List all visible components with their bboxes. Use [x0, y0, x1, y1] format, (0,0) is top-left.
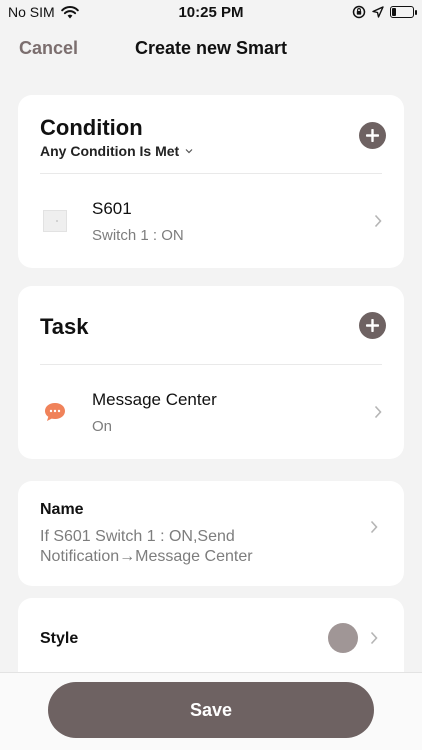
condition-mode-dropdown[interactable]: Any Condition Is Met: [40, 143, 382, 159]
name-value: If S601 Switch 1 : ON,Send Notification→…: [40, 528, 253, 565]
name-label: Name: [40, 501, 84, 518]
chevron-right-icon: [370, 631, 378, 645]
condition-card: Condition Any Condition Is Met S601 Swit…: [18, 95, 404, 268]
orientation-lock-icon: [352, 5, 366, 19]
device-switch-icon: [42, 208, 68, 234]
task-item[interactable]: Message Center On: [18, 365, 404, 459]
plus-icon: [366, 319, 379, 332]
chevron-down-icon: [185, 149, 193, 154]
style-color-swatch: [328, 623, 358, 653]
name-card[interactable]: Name If S601 Switch 1 : ON,Send Notifica…: [18, 481, 404, 586]
page-title: Create new Smart: [134, 38, 288, 58]
task-item-title: Message Center: [92, 389, 217, 409]
task-item-subtitle: On: [92, 417, 113, 435]
add-task-button[interactable]: [359, 312, 386, 339]
chevron-right-icon: [370, 520, 378, 534]
chevron-right-icon: [374, 405, 382, 419]
task-card: Task Message Center On: [18, 286, 404, 459]
screen: No SIM 10:25 PM Cancel Create new Smart …: [0, 0, 422, 750]
bottom-bar: Save: [0, 672, 422, 750]
task-title: Task: [40, 314, 89, 339]
plus-icon: [366, 129, 379, 142]
condition-item[interactable]: S601 Switch 1 : ON: [18, 174, 404, 268]
save-button[interactable]: Save: [48, 682, 374, 738]
condition-item-title: S601: [92, 198, 132, 218]
style-label: Style: [40, 630, 79, 647]
chevron-right-icon: [374, 214, 382, 228]
add-condition-button[interactable]: [359, 122, 386, 149]
status-bar: No SIM 10:25 PM: [0, 0, 422, 24]
condition-mode-label: Any Condition Is Met: [40, 143, 180, 159]
message-center-icon: [42, 399, 68, 425]
condition-title: Condition: [40, 115, 143, 140]
carrier-label: No SIM: [8, 4, 55, 20]
location-icon: [372, 6, 384, 18]
condition-item-subtitle: Switch 1 : ON: [92, 226, 184, 244]
battery-icon: [390, 6, 417, 18]
wifi-icon: [60, 5, 79, 18]
nav-bar: Cancel Create new Smart: [0, 28, 422, 68]
